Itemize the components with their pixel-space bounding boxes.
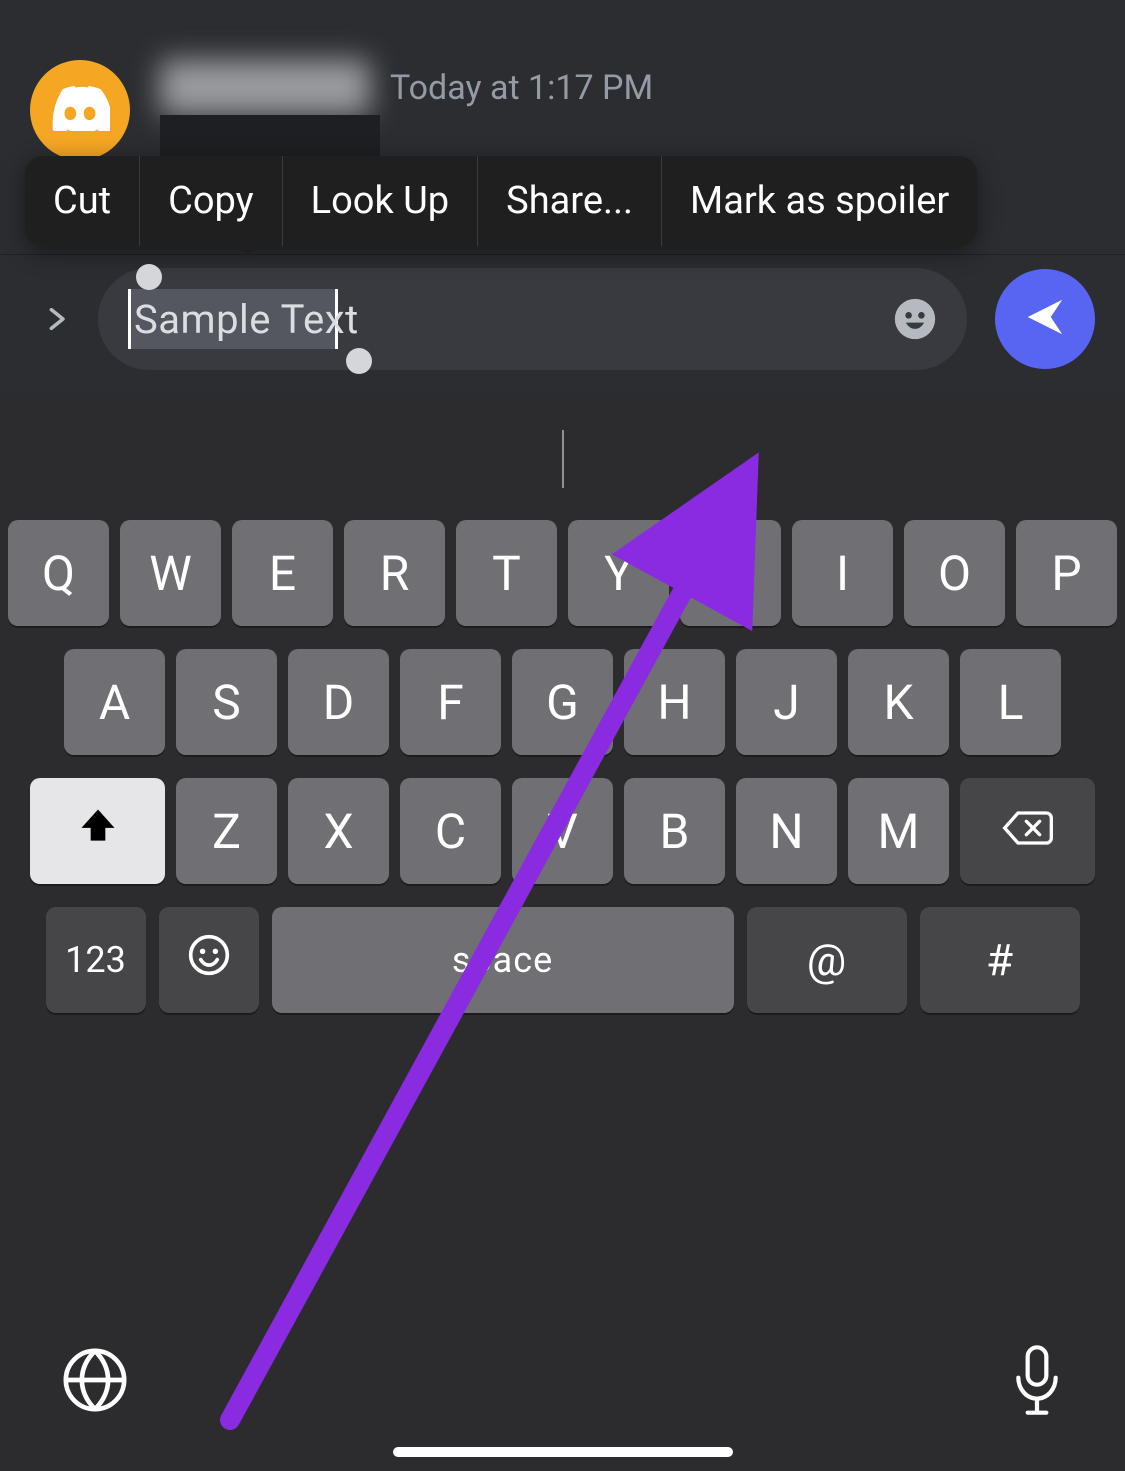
chevron-right-icon[interactable]: [42, 297, 70, 341]
discord-logo-icon: [50, 85, 110, 135]
key-s[interactable]: S: [176, 649, 277, 755]
key-p[interactable]: P: [1016, 520, 1117, 626]
key-z[interactable]: Z: [176, 778, 277, 884]
key-v[interactable]: V: [512, 778, 613, 884]
avatar[interactable]: [30, 60, 130, 160]
context-menu-mark-spoiler[interactable]: Mark as spoiler: [662, 156, 977, 246]
key-shift[interactable]: [30, 778, 165, 884]
message-timestamp: Today at 1:17 PM: [390, 68, 653, 108]
context-menu-lookup[interactable]: Look Up: [283, 156, 477, 246]
key-e[interactable]: E: [232, 520, 333, 626]
key-backspace[interactable]: [960, 778, 1095, 884]
selection-handle-end[interactable]: [346, 348, 372, 374]
home-indicator[interactable]: [393, 1447, 733, 1457]
keyboard-row-4: 123 space @ #: [0, 907, 1125, 1013]
username-blurred: [160, 60, 370, 115]
key-l[interactable]: L: [960, 649, 1061, 755]
keyboard-row-2: A S D F G H J K L: [0, 649, 1125, 755]
key-r[interactable]: R: [344, 520, 445, 626]
globe-icon[interactable]: [60, 1345, 130, 1419]
text-selection-context-menu: Cut Copy Look Up Share... Mark as spoile…: [25, 156, 977, 246]
keyboard-caret-indicator: [562, 430, 564, 488]
key-n[interactable]: N: [736, 778, 837, 884]
context-menu-copy[interactable]: Copy: [140, 156, 282, 246]
context-menu-share[interactable]: Share...: [478, 156, 661, 246]
key-u[interactable]: U: [680, 520, 781, 626]
message-input-bar: Sample Text: [0, 268, 1125, 370]
send-button[interactable]: [995, 269, 1095, 369]
message-input-text[interactable]: Sample Text: [128, 296, 359, 343]
key-a[interactable]: A: [64, 649, 165, 755]
emoji-icon: [187, 933, 231, 988]
selection-handle-start[interactable]: [136, 264, 162, 290]
key-o[interactable]: O: [904, 520, 1005, 626]
emoji-picker-icon[interactable]: [893, 297, 937, 341]
key-j[interactable]: J: [736, 649, 837, 755]
key-b[interactable]: B: [624, 778, 725, 884]
key-space[interactable]: space: [272, 907, 734, 1013]
key-c[interactable]: C: [400, 778, 501, 884]
key-k[interactable]: K: [848, 649, 949, 755]
key-hash[interactable]: #: [920, 907, 1080, 1013]
key-i[interactable]: I: [792, 520, 893, 626]
popover-arrow-icon: [234, 243, 262, 257]
shift-icon: [76, 803, 120, 860]
key-f[interactable]: F: [400, 649, 501, 755]
key-g[interactable]: G: [512, 649, 613, 755]
key-t[interactable]: T: [456, 520, 557, 626]
key-d[interactable]: D: [288, 649, 389, 755]
key-m[interactable]: M: [848, 778, 949, 884]
context-menu-cut[interactable]: Cut: [25, 156, 139, 246]
send-icon: [1022, 294, 1068, 344]
key-emoji[interactable]: [159, 907, 259, 1013]
key-q[interactable]: Q: [8, 520, 109, 626]
keyboard-bottom-row: [0, 1317, 1125, 1447]
keyboard-row-1: Q W E R T Y U I O P: [0, 520, 1125, 626]
microphone-icon[interactable]: [1009, 1341, 1065, 1423]
key-y[interactable]: Y: [568, 520, 669, 626]
message-header: Today at 1:17 PM: [160, 60, 653, 115]
onscreen-keyboard: Q W E R T Y U I O P A S D F G H J K L Z …: [0, 390, 1125, 1471]
key-w[interactable]: W: [120, 520, 221, 626]
key-numbers[interactable]: 123: [46, 907, 146, 1013]
key-at[interactable]: @: [747, 907, 907, 1013]
backspace-icon: [1000, 803, 1056, 860]
key-h[interactable]: H: [624, 649, 725, 755]
message-input[interactable]: Sample Text: [98, 268, 967, 370]
key-x[interactable]: X: [288, 778, 389, 884]
keyboard-row-3: Z X C V B N M: [0, 778, 1125, 884]
